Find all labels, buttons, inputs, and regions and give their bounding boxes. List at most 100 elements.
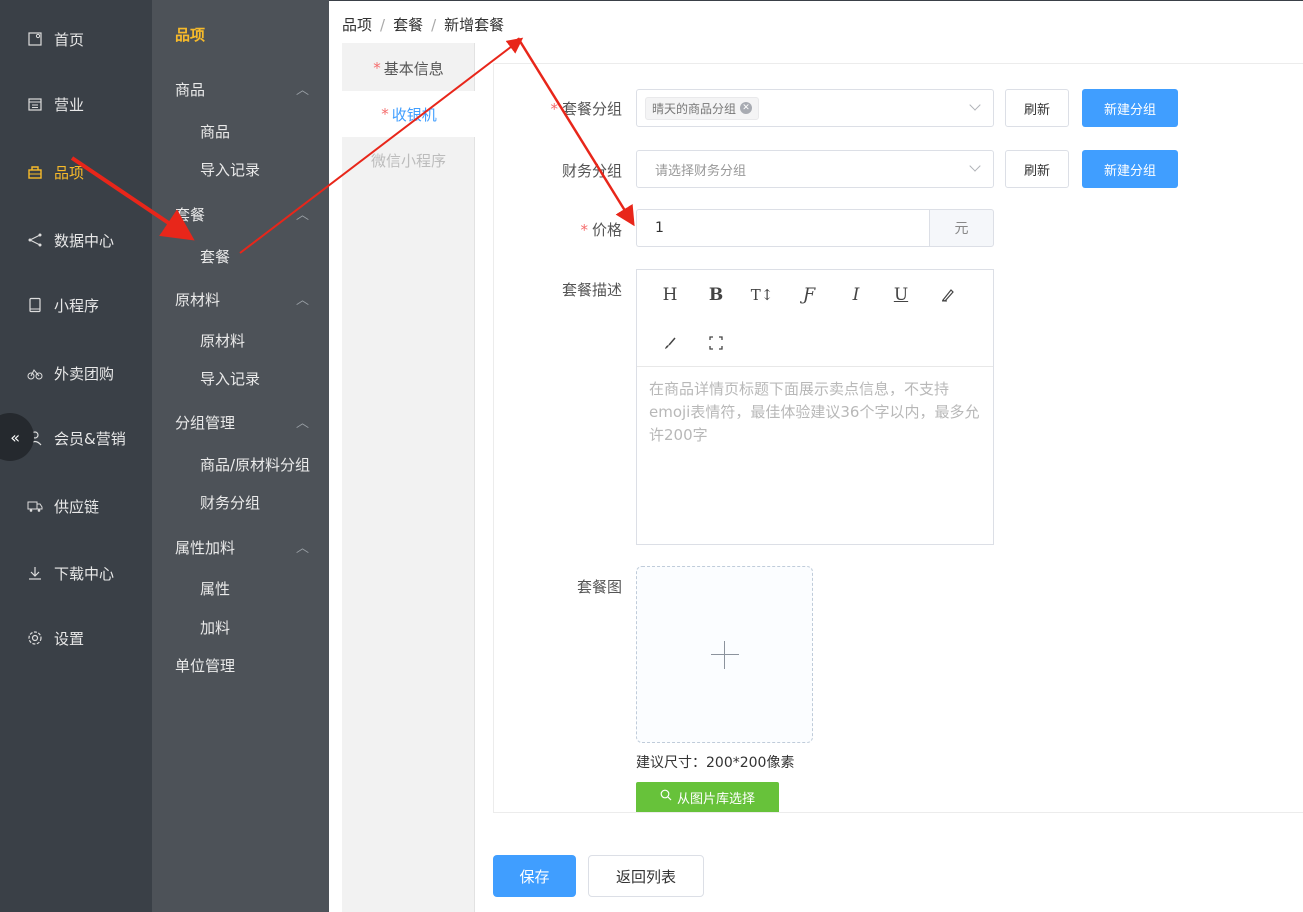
fullscreen-icon[interactable] [704, 331, 728, 355]
download-icon [26, 564, 44, 582]
heading-icon[interactable]: H [658, 283, 682, 307]
refresh-group-button[interactable]: 刷新 [1005, 89, 1069, 127]
nav-products[interactable]: 品项 [0, 152, 152, 192]
nav-miniprogram[interactable]: 小程序 [0, 285, 152, 325]
truck-icon [26, 497, 44, 515]
sub-item-combos[interactable]: 套餐 [200, 246, 230, 267]
top-divider [329, 0, 1303, 1]
chevron-up-icon: ︿ [295, 83, 309, 98]
editor-placeholder: 在商品详情页标题下面展示卖点信息，不支持emoji表情符，最佳体验建议36个字以… [649, 380, 980, 444]
nav-member-label: 会员&营销 [54, 429, 126, 448]
search-icon [660, 789, 672, 805]
breadcrumb-item[interactable]: 套餐 [393, 16, 423, 34]
nav-supply-chain-label: 供应链 [54, 497, 100, 516]
combo-group-select[interactable]: 晴天的商品分组 ✕ [636, 89, 994, 127]
required-mark: * [580, 221, 588, 239]
calendar-icon [26, 95, 44, 113]
tab-wechat-miniprogram-label: 微信小程序 [370, 151, 446, 170]
price-unit: 元 [929, 209, 994, 247]
selected-group-tag-text: 晴天的商品分组 [652, 101, 737, 116]
choose-from-gallery-label: 从图片库选择 [676, 791, 755, 807]
tag-close-icon[interactable]: ✕ [740, 102, 753, 114]
chevron-up-icon: ︿ [295, 208, 309, 223]
group-combos[interactable]: 套餐 ︿ [175, 204, 315, 225]
tab-column: * 基本信息 * 收银机 微信小程序 [342, 43, 476, 912]
combo-group-label-text: 套餐分组 [561, 100, 622, 118]
tab-cashier-label: 收银机 [391, 105, 437, 124]
secondary-sidebar: 品项 商品 ︿ 商品 导入记录 套餐 ︿ 套餐 原材料 ︿ 原材料 导入记录 分… [152, 0, 329, 912]
eraser-icon[interactable] [935, 283, 959, 307]
sub-item-toppings[interactable]: 加料 [200, 617, 230, 638]
nav-home-label: 首页 [54, 30, 85, 49]
tab-basic-info[interactable]: * 基本信息 [342, 45, 475, 91]
app-root: 首页 营业 品项 数据中心 小程序 外卖团购 会员&营销 供应链 下载中心 设置… [0, 0, 1303, 912]
group-products-label: 商品 [175, 81, 206, 99]
nav-supply-chain[interactable]: 供应链 [0, 486, 152, 526]
group-materials-label: 原材料 [175, 291, 221, 309]
brush-icon[interactable] [658, 331, 682, 355]
new-finance-group-button[interactable]: 新建分组 [1082, 150, 1178, 188]
phone-icon [26, 296, 44, 314]
price-label: * 价格 [502, 219, 622, 240]
required-mark: * [373, 59, 381, 77]
choose-from-gallery-button[interactable]: 从图片库选择 [636, 782, 779, 812]
finance-group-select[interactable]: 请选择财务分组 [636, 150, 994, 188]
breadcrumb-separator: / [380, 16, 386, 34]
group-combos-label: 套餐 [175, 206, 206, 224]
price-input[interactable]: 1 [636, 209, 930, 247]
new-group-button[interactable]: 新建分组 [1082, 89, 1178, 127]
sub-item-product-material-groups[interactable]: 商品/原材料分组 [200, 454, 310, 475]
save-button[interactable]: 保存 [493, 855, 576, 897]
breadcrumb-separator: / [431, 16, 437, 34]
bold-icon[interactable]: B [704, 283, 728, 307]
secondary-sidebar-title: 品项 [175, 26, 206, 44]
combo-image-label: 套餐图 [576, 578, 622, 596]
image-uploader[interactable] [636, 566, 813, 743]
italic-icon[interactable]: I [844, 283, 868, 307]
nav-download[interactable]: 下载中心 [0, 553, 152, 593]
sub-item-products[interactable]: 商品 [200, 121, 230, 142]
nav-business-label: 营业 [54, 95, 85, 114]
sub-item-materials[interactable]: 原材料 [200, 330, 245, 351]
rich-text-editor[interactable]: H B T↕ Ƒ I U 在商品详情页标题下面展示卖点信息，不支持emoji表情… [636, 269, 994, 545]
group-attributes[interactable]: 属性加料 ︿ [175, 537, 315, 558]
group-group-management[interactable]: 分组管理 ︿ [175, 412, 315, 433]
group-products[interactable]: 商品 ︿ [175, 79, 315, 100]
description-label: 套餐描述 [561, 281, 622, 299]
nav-business[interactable]: 营业 [0, 84, 152, 124]
font-family-icon[interactable]: Ƒ [797, 283, 821, 307]
group-group-management-label: 分组管理 [175, 414, 236, 432]
finance-group-label: 财务分组 [561, 162, 622, 180]
group-units[interactable]: 单位管理 [175, 655, 315, 676]
combo-group-label: * 套餐分组 [502, 98, 622, 119]
sub-item-material-import[interactable]: 导入记录 [200, 368, 260, 389]
tab-basic-info-label: 基本信息 [383, 59, 444, 78]
tab-wechat-miniprogram[interactable]: 微信小程序 [342, 137, 475, 183]
group-units-label: 单位管理 [175, 657, 236, 675]
sub-item-import-records[interactable]: 导入记录 [200, 159, 260, 180]
bike-icon [26, 364, 44, 382]
breadcrumb-item[interactable]: 品项 [342, 16, 372, 34]
back-to-list-button[interactable]: 返回列表 [588, 855, 704, 897]
sub-item-finance-groups[interactable]: 财务分组 [200, 492, 260, 513]
chevron-down-icon [969, 160, 981, 172]
group-materials[interactable]: 原材料 ︿ [175, 289, 315, 310]
font-size-icon[interactable]: T↕ [750, 283, 774, 307]
nav-settings-label: 设置 [54, 629, 85, 648]
underline-icon[interactable]: U [889, 283, 913, 307]
refresh-finance-button[interactable]: 刷新 [1005, 150, 1069, 188]
sub-item-attributes[interactable]: 属性 [200, 578, 230, 599]
chevron-up-icon: ︿ [295, 293, 309, 308]
chevron-up-icon: ︿ [295, 541, 309, 556]
required-mark: * [381, 105, 389, 123]
nav-data-center[interactable]: 数据中心 [0, 220, 152, 260]
nav-home[interactable]: 首页 [0, 19, 152, 59]
nav-delivery[interactable]: 外卖团购 [0, 353, 152, 393]
nav-settings[interactable]: 设置 [0, 618, 152, 658]
home-icon [26, 30, 44, 48]
finance-group-placeholder: 请选择财务分组 [655, 163, 747, 179]
tab-cashier[interactable]: * 收银机 [342, 91, 476, 137]
selected-group-tag: 晴天的商品分组 ✕ [645, 96, 760, 120]
breadcrumb: 品项 / 套餐 / 新增套餐 [342, 14, 504, 35]
editor-toolbar: H B T↕ Ƒ I U [637, 270, 993, 367]
